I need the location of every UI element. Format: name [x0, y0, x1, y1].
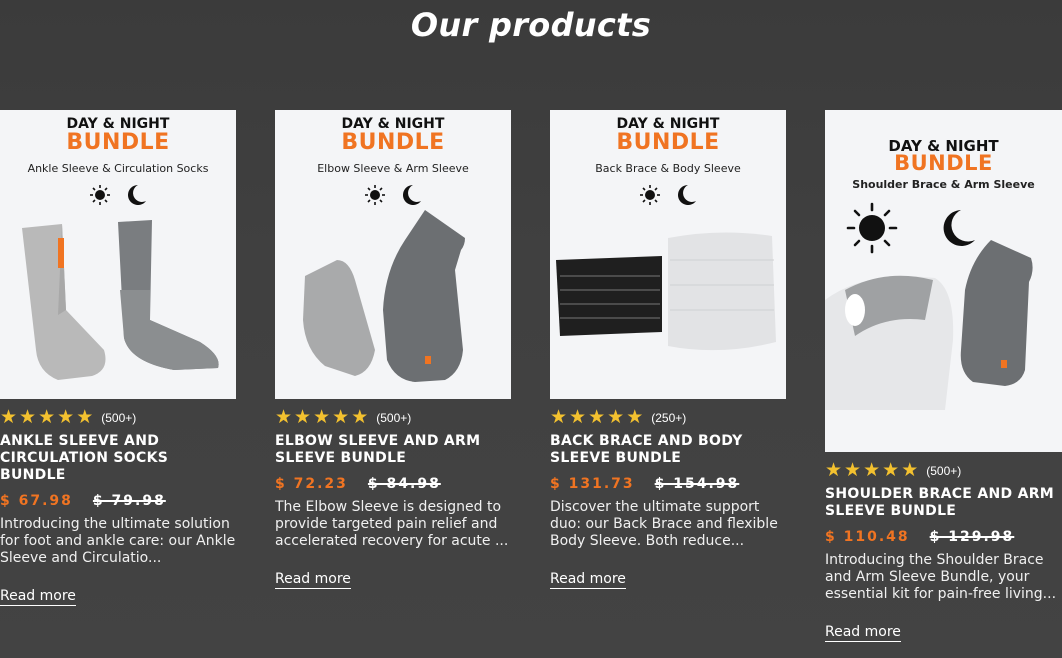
star-icon: ★: [882, 460, 900, 481]
star-icon: ★: [313, 407, 331, 428]
original-price: $ 84.98: [367, 476, 441, 492]
read-more-link[interactable]: Read more: [275, 571, 351, 589]
product-image[interactable]: DAY & NIGHT BUNDLE Elbow Sleeve & Arm Sl…: [275, 110, 511, 399]
sun-icon: [90, 185, 110, 205]
product-name[interactable]: ANKLE SLEEVE AND CIRCULATION SOCKS BUNDL…: [0, 433, 236, 484]
product-illustration: [303, 185, 465, 382]
sale-price: $ 67.98: [0, 493, 73, 509]
star-icon: ★: [550, 407, 568, 428]
sale-price: $ 131.73: [550, 476, 635, 492]
sun-icon: [640, 185, 660, 205]
read-more-link[interactable]: Read more: [0, 588, 76, 606]
product-card-elbow[interactable]: DAY & NIGHT BUNDLE Elbow Sleeve & Arm Sl…: [275, 110, 511, 589]
original-price: $ 129.98: [929, 529, 1015, 545]
sun-icon: [365, 185, 385, 205]
star-rating: ★ ★ ★ ★ ★: [550, 407, 644, 428]
star-rating: ★ ★ ★ ★ ★: [0, 407, 94, 428]
rating: ★ ★ ★ ★ ★ (500+): [275, 407, 511, 428]
product-image[interactable]: DAY & NIGHT BUNDLE Back Brace & Body Sle…: [550, 110, 786, 399]
star-rating: ★ ★ ★ ★ ★: [275, 407, 369, 428]
star-icon: ★: [825, 460, 843, 481]
section-title: Our products: [410, 6, 652, 44]
price-row: $ 131.73 $ 154.98: [550, 476, 786, 492]
read-more-link[interactable]: Read more: [550, 571, 626, 589]
star-icon: ★: [294, 407, 312, 428]
star-icon: ★: [901, 460, 919, 481]
review-count: (500+): [376, 411, 412, 425]
product-image[interactable]: DAY & NIGHT BUNDLE Shoulder Brace & Arm …: [825, 110, 1062, 452]
rating: ★ ★ ★ ★ ★ (500+): [825, 460, 1062, 481]
sun-icon: [846, 202, 898, 254]
star-rating: ★ ★ ★ ★ ★: [825, 460, 919, 481]
star-icon: ★: [332, 407, 350, 428]
sale-price: $ 72.23: [275, 476, 348, 492]
moon-icon: [403, 185, 421, 205]
product-description: Introducing the ultimate solution for fo…: [0, 516, 236, 566]
read-more-link[interactable]: Read more: [825, 624, 901, 642]
star-icon: ★: [351, 407, 369, 428]
product-card-shoulder[interactable]: DAY & NIGHT BUNDLE Shoulder Brace & Arm …: [825, 110, 1062, 642]
star-icon: ★: [19, 407, 37, 428]
rating: ★ ★ ★ ★ ★ (500+): [0, 407, 236, 428]
moon-icon: [943, 210, 975, 246]
original-price: $ 154.98: [654, 476, 740, 492]
star-icon: ★: [607, 407, 625, 428]
star-icon: ★: [844, 460, 862, 481]
rating: ★ ★ ★ ★ ★ (250+): [550, 407, 786, 428]
price-row: $ 72.23 $ 84.98: [275, 476, 511, 492]
star-icon: ★: [57, 407, 75, 428]
sale-price: $ 110.48: [825, 529, 910, 545]
product-illustration: [556, 185, 776, 351]
product-name[interactable]: ELBOW SLEEVE AND ARM SLEEVE BUNDLE: [275, 433, 511, 467]
star-icon: ★: [588, 407, 606, 428]
star-icon: ★: [0, 407, 18, 428]
product-image[interactable]: DAY & NIGHT BUNDLE Ankle Sleeve & Circul…: [0, 110, 236, 399]
star-icon: ★: [38, 407, 56, 428]
product-card-ankle[interactable]: DAY & NIGHT BUNDLE Ankle Sleeve & Circul…: [0, 110, 236, 606]
review-count: (250+): [651, 411, 687, 425]
product-name[interactable]: SHOULDER BRACE AND ARM SLEEVE BUNDLE: [825, 486, 1062, 520]
product-description: Discover the ultimate support duo: our B…: [550, 499, 778, 549]
moon-icon: [678, 185, 696, 205]
product-illustration: [22, 185, 219, 380]
star-icon: ★: [76, 407, 94, 428]
star-icon: ★: [863, 460, 881, 481]
star-icon: ★: [275, 407, 293, 428]
original-price: $ 79.98: [92, 493, 166, 509]
price-row: $ 110.48 $ 129.98: [825, 529, 1062, 545]
product-illustration: [825, 202, 1033, 410]
review-count: (500+): [926, 464, 962, 478]
star-icon: ★: [626, 407, 644, 428]
product-description: The Elbow Sleeve is designed to provide …: [275, 499, 509, 549]
star-icon: ★: [569, 407, 587, 428]
product-name[interactable]: BACK BRACE AND BODY SLEEVE BUNDLE: [550, 433, 786, 467]
review-count: (500+): [101, 411, 137, 425]
moon-icon: [128, 185, 146, 205]
product-card-back[interactable]: DAY & NIGHT BUNDLE Back Brace & Body Sle…: [550, 110, 786, 589]
price-row: $ 67.98 $ 79.98: [0, 493, 236, 509]
product-description: Introducing the Shoulder Brace and Arm S…: [825, 552, 1057, 602]
